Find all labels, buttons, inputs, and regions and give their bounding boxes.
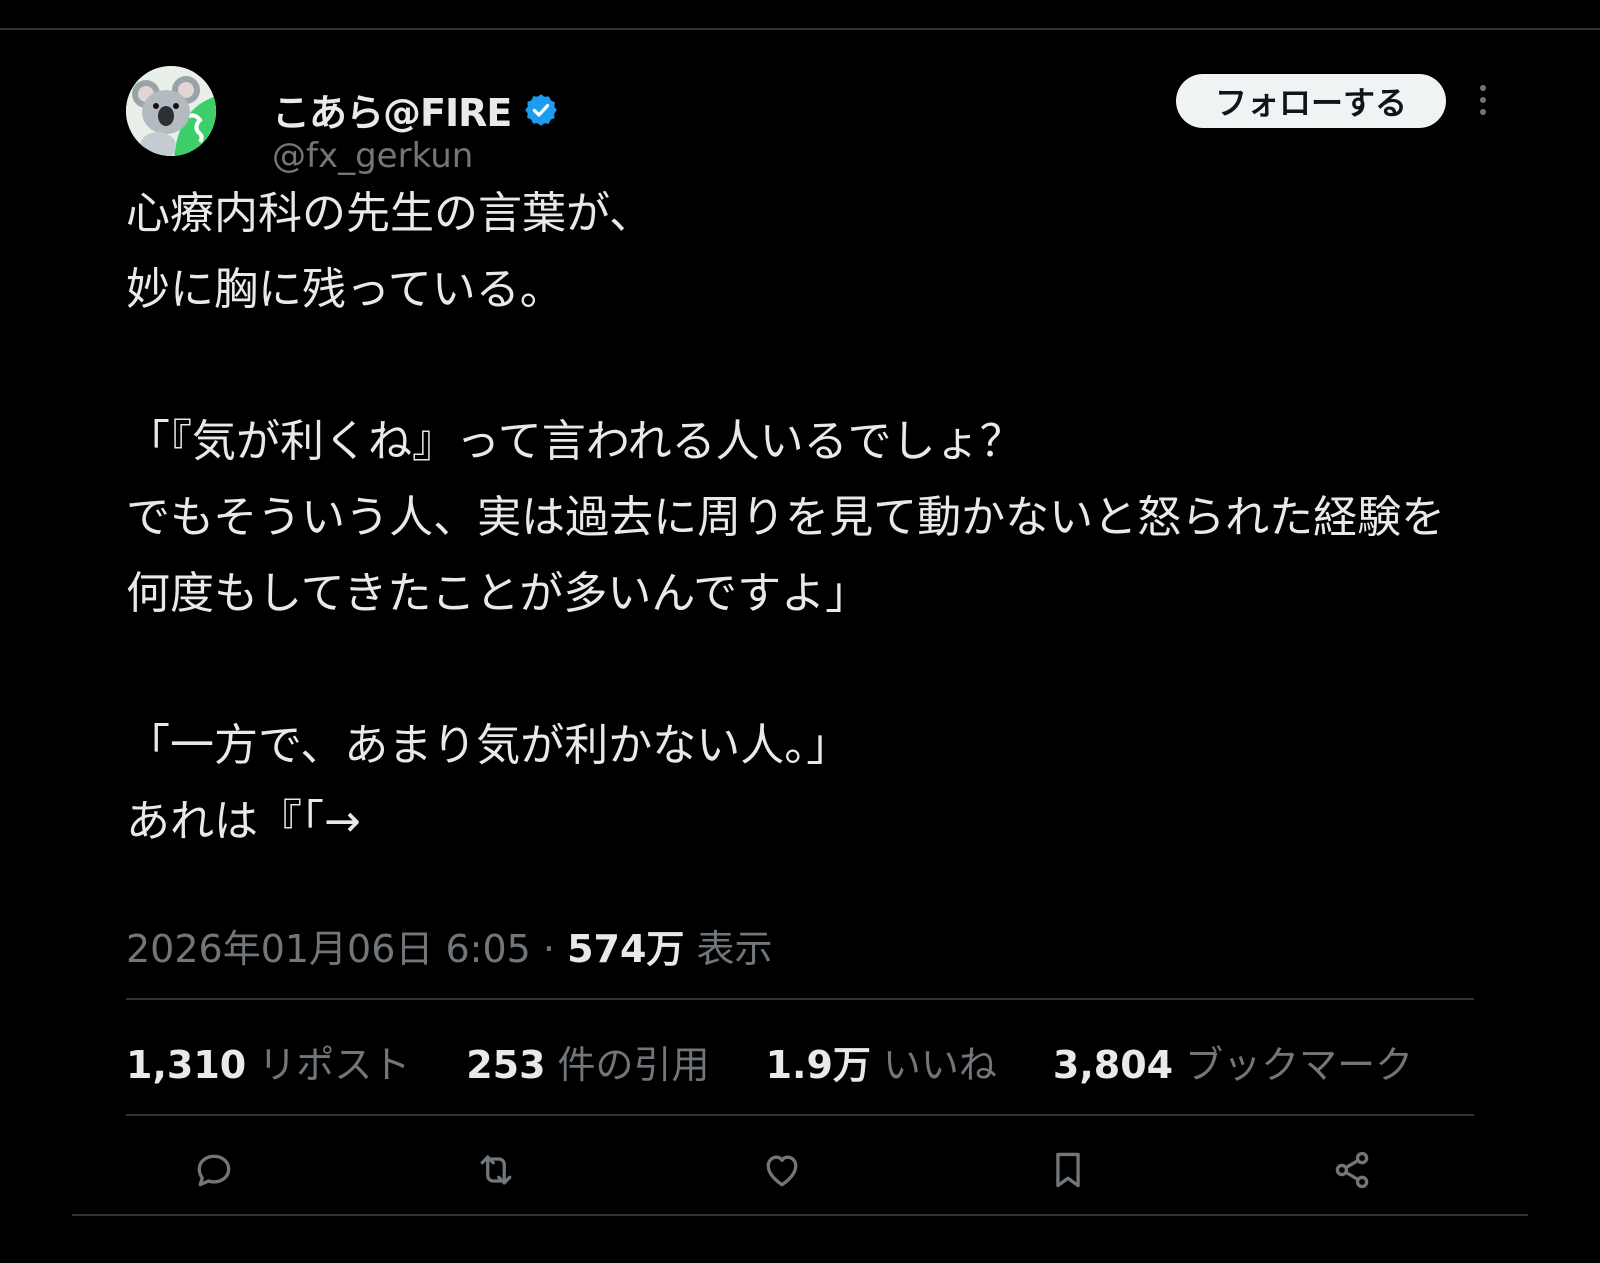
- reposts-stat[interactable]: 1,310 リポスト: [126, 1034, 410, 1089]
- tweet-detail-page: こあら@FIRE @fx_gerkun フォローする 心療内科の先生の言葉が、 …: [0, 0, 1600, 1263]
- user-handle[interactable]: @fx_gerkun: [272, 136, 473, 176]
- views-count: 574万: [567, 927, 685, 971]
- koala-avatar-icon[interactable]: [126, 66, 216, 156]
- divider: [126, 1114, 1474, 1116]
- reposts-count: 1,310: [126, 1043, 247, 1087]
- tweet-meta: 2026年01月06日 6:05 · 574万 表示: [126, 918, 773, 973]
- bottom-divider: [72, 1214, 1528, 1216]
- engagement-stats: 1,310 リポスト 253 件の引用 1.9万 いいね 3,804 ブックマー…: [126, 1034, 1413, 1089]
- bookmark-icon[interactable]: [1038, 1140, 1098, 1200]
- quotes-count: 253: [466, 1043, 546, 1087]
- bookmarks-label: ブックマーク: [1185, 1043, 1414, 1087]
- quotes-label: 件の引用: [557, 1043, 710, 1087]
- meta-separator: ·: [542, 927, 556, 971]
- more-dot: [1480, 109, 1486, 115]
- repost-icon[interactable]: [466, 1140, 526, 1200]
- more-vertical-icon[interactable]: [1468, 80, 1498, 120]
- bookmarks-stat[interactable]: 3,804 ブックマーク: [1053, 1034, 1413, 1089]
- like-icon[interactable]: [752, 1140, 812, 1200]
- display-name-row[interactable]: こあら@FIRE: [272, 82, 559, 137]
- likes-stat[interactable]: 1.9万 いいね: [766, 1034, 997, 1089]
- share-icon[interactable]: [1322, 1140, 1382, 1200]
- reposts-label: リポスト: [258, 1043, 411, 1087]
- tweet-text: 心療内科の先生の言葉が、 妙に胸に残っている。 「『気が利くね』って言われる人い…: [126, 188, 1446, 847]
- more-dot: [1480, 97, 1486, 103]
- divider: [126, 998, 1474, 1000]
- display-name[interactable]: こあら@FIRE: [272, 82, 512, 137]
- likes-label: いいね: [882, 1043, 997, 1087]
- bookmarks-count: 3,804: [1052, 1043, 1174, 1087]
- quotes-stat[interactable]: 253 件の引用: [466, 1034, 709, 1089]
- verified-badge-icon: [523, 92, 559, 128]
- reply-icon[interactable]: [184, 1140, 244, 1200]
- action-bar: [126, 1130, 1474, 1210]
- timestamp[interactable]: 2026年01月06日 6:05: [126, 927, 531, 971]
- tweet: こあら@FIRE @fx_gerkun フォローする 心療内科の先生の言葉が、 …: [0, 30, 1600, 1244]
- views-label: 表示: [696, 927, 773, 971]
- likes-count: 1.9万: [765, 1043, 871, 1087]
- more-dot: [1480, 85, 1486, 91]
- follow-button[interactable]: フォローする: [1176, 74, 1446, 128]
